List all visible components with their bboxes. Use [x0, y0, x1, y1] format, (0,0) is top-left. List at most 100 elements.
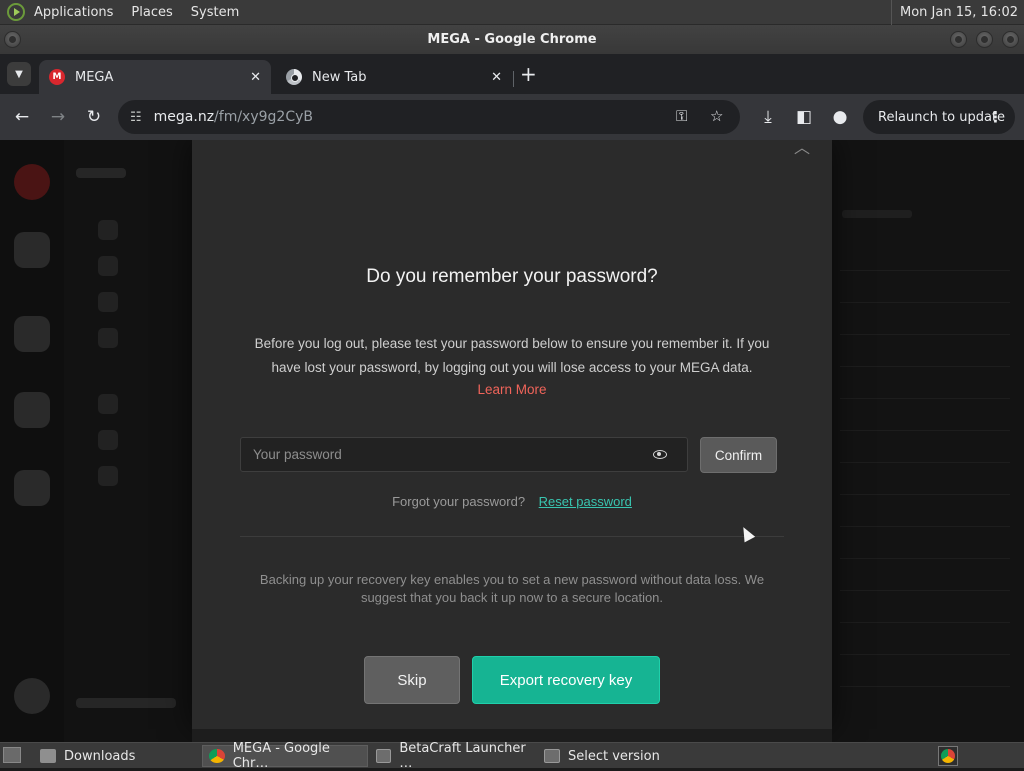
chrome-icon	[209, 749, 225, 763]
relaunch-to-update-button[interactable]: Relaunch to update ⋮	[863, 100, 1015, 134]
window-close-icon[interactable]	[1002, 31, 1019, 48]
bookmark-star-icon[interactable]: ☆	[710, 107, 723, 125]
menu-applications[interactable]: Applications	[34, 5, 113, 20]
relaunch-label: Relaunch to update	[878, 109, 1006, 125]
drive-icon	[14, 232, 50, 268]
url-path: /fm/xy9g2CyB	[214, 109, 313, 125]
sidebar-item	[98, 466, 118, 486]
reset-password-link[interactable]: Reset password	[539, 494, 632, 509]
chevron-up-icon[interactable]: ︿	[794, 140, 810, 158]
taskbar-item-select-version[interactable]: Select version	[538, 745, 704, 767]
sidebar-item	[98, 256, 118, 276]
maximize-icon[interactable]	[976, 31, 993, 48]
app-icon	[544, 749, 560, 763]
more-menu-icon[interactable]: ⋮	[988, 108, 1003, 126]
list-row	[840, 622, 1010, 623]
dialog-title: Do you remember your password?	[366, 266, 658, 287]
list-row	[840, 366, 1010, 367]
sidebar-item	[98, 220, 118, 240]
page-content: ︿ Do you remember your password? Before …	[0, 140, 1024, 742]
list-row	[840, 558, 1010, 559]
list-row	[840, 686, 1010, 687]
new-tab-button[interactable]: +	[520, 64, 537, 84]
taskbar-item-betacraft[interactable]: BetaCraft Launcher …	[370, 741, 536, 771]
distro-logo-icon[interactable]	[7, 3, 25, 21]
panel-clock[interactable]: Mon Jan 15, 16:02	[891, 0, 1024, 25]
taskbar-item-chrome[interactable]: MEGA - Google Chr…	[202, 741, 368, 771]
taskbar-label: MEGA - Google Chr…	[232, 741, 330, 771]
forgot-password-text: Forgot your password?	[392, 494, 526, 509]
storage-bar	[76, 698, 176, 708]
taskbar-label: Select version	[568, 748, 660, 764]
sidebar-item	[98, 292, 118, 312]
forward-arrow-icon[interactable]: →	[47, 106, 69, 128]
tab-strip: ▼ M MEGA ✕ New Tab ✕ +	[0, 54, 1024, 94]
profile-icon[interactable]: ●	[829, 106, 851, 128]
window-title: MEGA - Google Chrome	[427, 32, 597, 47]
photos-icon	[14, 316, 50, 352]
skip-button[interactable]: Skip	[364, 656, 460, 704]
forgot-password-row: Forgot your password? Reset password	[192, 494, 832, 509]
password-reminder-dialog: ︿ Do you remember your password? Before …	[192, 140, 832, 729]
chrome-icon	[286, 69, 302, 85]
window-menu-icon[interactable]	[4, 31, 21, 48]
tab-close-icon[interactable]: ✕	[250, 70, 261, 85]
taskbar-item-downloads[interactable]: Downloads	[34, 745, 198, 767]
app-icon	[376, 749, 392, 763]
address-bar[interactable]: ☷ mega.nz /fm/xy9g2CyB ⚿ ☆	[118, 100, 740, 134]
menu-system[interactable]: System	[191, 5, 239, 20]
background-app-rail	[0, 140, 64, 742]
tab-mega[interactable]: M MEGA ✕	[39, 60, 271, 94]
download-icon[interactable]: ⤓	[757, 106, 779, 128]
mega-icon: M	[49, 69, 65, 85]
chat-icon	[14, 392, 50, 428]
back-arrow-icon[interactable]: ←	[11, 106, 33, 128]
tab-search-button[interactable]: ▼	[7, 62, 31, 86]
tab-separator	[513, 71, 514, 87]
taskbar: Downloads MEGA - Google Chr… BetaCraft L…	[0, 741, 1024, 771]
list-row	[840, 590, 1010, 591]
url-host: mega.nz	[153, 109, 215, 125]
tray-chrome-icon[interactable]	[938, 746, 958, 766]
dialog-description: Before you log out, please test your pas…	[254, 336, 770, 375]
list-row	[840, 398, 1010, 399]
key-icon[interactable]: ⚿	[676, 107, 687, 125]
list-row	[840, 334, 1010, 335]
list-header	[842, 210, 912, 218]
list-row	[840, 526, 1010, 527]
list-row	[840, 654, 1010, 655]
list-row	[840, 270, 1010, 271]
taskbar-label: Downloads	[64, 748, 136, 764]
window-titlebar[interactable]: MEGA - Google Chrome	[0, 25, 1024, 54]
list-row	[840, 430, 1010, 431]
menu-places[interactable]: Places	[131, 5, 172, 20]
site-info-icon[interactable]: ☷	[130, 110, 142, 125]
export-recovery-key-button[interactable]: Export recovery key	[472, 656, 660, 704]
tab-close-icon[interactable]: ✕	[491, 70, 502, 85]
tab-new-tab[interactable]: New Tab ✕	[276, 60, 512, 94]
side-panel-icon[interactable]: ◧	[793, 106, 815, 128]
sidebar-heading	[76, 168, 126, 178]
tab-label: MEGA	[75, 69, 114, 85]
confirm-button[interactable]: Confirm	[700, 437, 777, 473]
minimize-icon[interactable]	[950, 31, 967, 48]
background-file-list	[832, 140, 1024, 742]
eye-icon[interactable]	[653, 450, 667, 459]
folder-icon	[40, 749, 56, 763]
list-row	[840, 494, 1010, 495]
password-input[interactable]	[241, 447, 653, 462]
reload-icon[interactable]: ↻	[83, 106, 105, 128]
sidebar-item	[98, 394, 118, 414]
taskbar-label: BetaCraft Launcher …	[399, 741, 526, 771]
backup-hint: Backing up your recovery key enables you…	[259, 572, 765, 605]
mega-logo-icon	[14, 164, 50, 200]
sidebar-item	[98, 328, 118, 348]
show-desktop-icon[interactable]	[3, 747, 21, 763]
password-field	[240, 437, 688, 472]
list-row	[840, 302, 1010, 303]
learn-more-link[interactable]: Learn More	[192, 382, 832, 397]
chevron-down-icon: ▼	[15, 68, 23, 80]
list-row	[840, 462, 1010, 463]
top-panel: Applications Places System Mon Jan 15, 1…	[0, 0, 1024, 25]
sidebar-item	[98, 430, 118, 450]
